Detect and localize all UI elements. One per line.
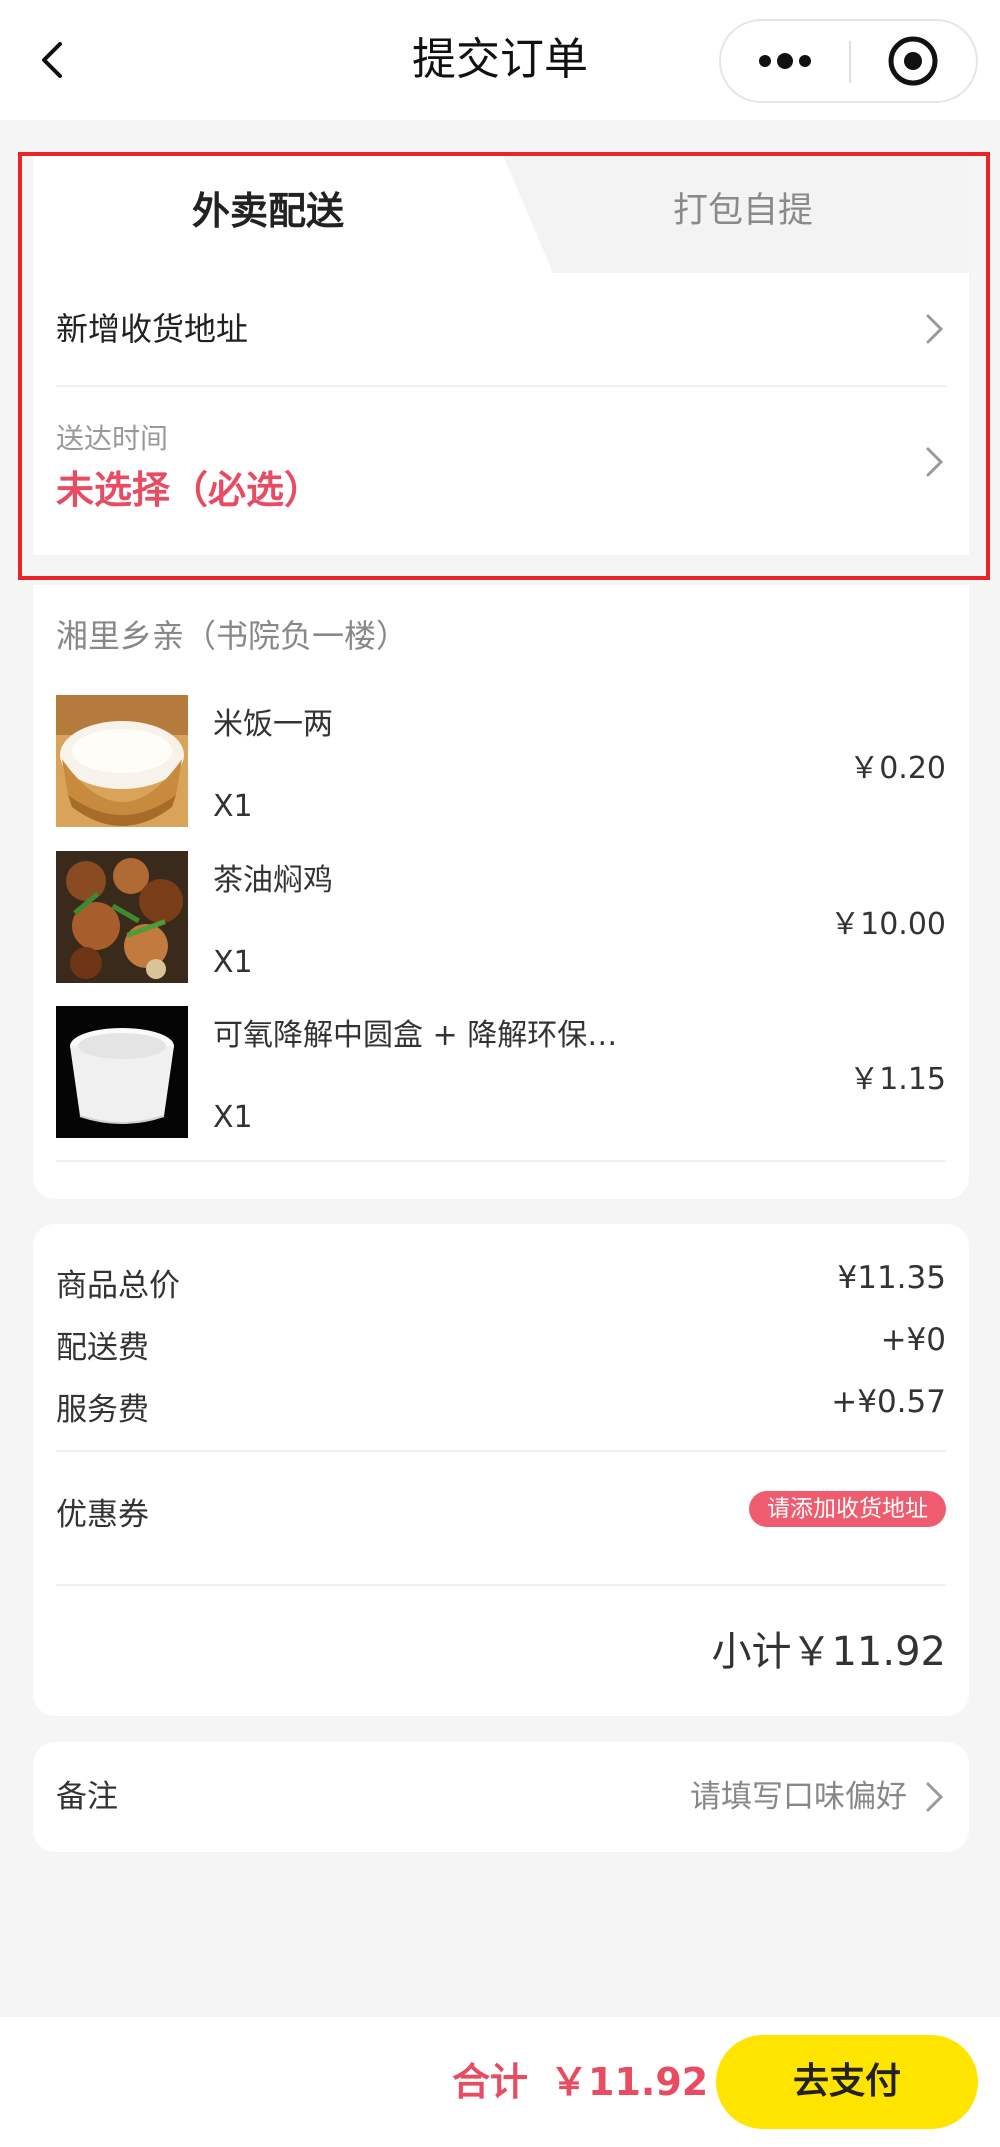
item-price: ￥0.20: [849, 751, 946, 786]
delivery-card: 外卖配送 打包自提 新增收货地址 送达时间 未选择（必选）: [33, 155, 969, 555]
service-fee-label: 服务费: [56, 1392, 149, 1428]
item-price: ￥1.15: [849, 1062, 946, 1097]
item-quantity: X1: [213, 1100, 253, 1135]
items-divider: [56, 1160, 946, 1162]
nav-header: 提交订单: [0, 0, 1000, 120]
item-price: ￥10.00: [830, 907, 946, 942]
summary-divider: [56, 1584, 946, 1586]
remark-label: 备注: [56, 1779, 118, 1815]
delivery-fee-value: +¥0: [880, 1322, 946, 1358]
goods-total-label: 商品总价: [56, 1268, 180, 1304]
item-name: 可氧降解中圆盒 + 降解环保…: [213, 1018, 618, 1053]
order-item: 米饭一两 X1 ￥0.20: [56, 695, 946, 827]
remark-row[interactable]: 备注 请填写口味偏好: [33, 1742, 969, 1852]
tab-pickup[interactable]: 打包自提: [533, 155, 953, 273]
mini-program-capsule: [719, 19, 978, 103]
order-item: 可氧降解中圆盒 + 降解环保… X1 ￥1.15: [56, 1006, 946, 1138]
delivery-tab-bar: 外卖配送 打包自提: [33, 155, 969, 273]
chevron-left-icon: [42, 42, 62, 78]
back-button[interactable]: [30, 30, 80, 90]
coupon-status-badge[interactable]: 请添加收货地址: [749, 1491, 946, 1527]
item-name: 茶油焖鸡: [213, 863, 333, 898]
price-summary-card: 商品总价 ¥11.35 配送费 +¥0 服务费 +¥0.57 优惠券 请添加收货…: [33, 1224, 969, 1716]
remark-placeholder: 请填写口味偏好: [690, 1779, 907, 1815]
chevron-right-icon: [926, 314, 944, 344]
rice-bowl-image: [56, 695, 188, 827]
delivery-time-label: 送达时间: [56, 422, 169, 455]
item-quantity: X1: [213, 945, 253, 980]
delivery-fee-row: 配送费 +¥0: [56, 1322, 946, 1372]
item-name: 米饭一两: [213, 707, 333, 742]
coupon-row[interactable]: 优惠券 请添加收货地址: [56, 1489, 946, 1539]
chevron-right-icon: [926, 447, 944, 477]
white-container-image: [56, 1006, 188, 1138]
add-address-label: 新增收货地址: [56, 310, 249, 348]
summary-divider: [56, 1450, 946, 1452]
target-circle-icon: [888, 36, 938, 86]
goods-total-row: 商品总价 ¥11.35: [56, 1260, 946, 1310]
chevron-right-icon: [926, 1782, 944, 1812]
item-quantity: X1: [213, 789, 253, 824]
order-items-card: 湘里乡亲（书院负一楼） 米饭一两 X1 ￥0.20 茶油焖鸡 X1 ￥10.00…: [33, 585, 969, 1199]
delivery-time-value: 未选择（必选）: [56, 468, 323, 512]
more-button[interactable]: [721, 21, 849, 101]
delivery-time-row[interactable]: 送达时间 未选择（必选）: [56, 387, 946, 537]
total-amount: ￥11.92: [550, 2060, 709, 2104]
more-dots-icon: [759, 53, 811, 69]
service-fee-row: 服务费 +¥0.57: [56, 1384, 946, 1434]
goods-total-value: ¥11.35: [837, 1260, 946, 1296]
delivery-fee-label: 配送费: [56, 1330, 149, 1366]
add-address-row[interactable]: 新增收货地址: [56, 273, 946, 385]
total-label: 合计: [452, 2060, 529, 2104]
order-item: 茶油焖鸡 X1 ￥10.00: [56, 851, 946, 983]
tab-delivery[interactable]: 外卖配送: [33, 155, 503, 273]
store-name: 湘里乡亲（书院负一楼）: [56, 617, 409, 655]
checkout-bar: 合计 ￥11.92 去支付: [0, 2017, 1000, 2147]
service-fee-value: +¥0.57: [831, 1384, 946, 1420]
subtotal: 小计￥11.92: [711, 1629, 946, 1675]
close-miniprogram-button[interactable]: [851, 21, 976, 101]
braised-chicken-image: [56, 851, 188, 983]
pay-button[interactable]: 去支付: [716, 2035, 978, 2129]
coupon-label: 优惠券: [56, 1497, 149, 1533]
